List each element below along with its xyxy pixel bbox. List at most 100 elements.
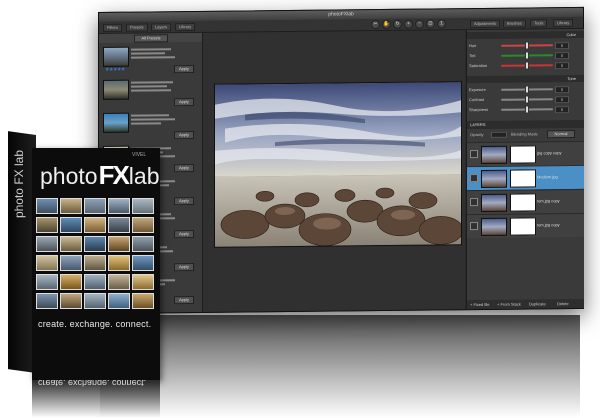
grid-photo bbox=[36, 236, 58, 252]
tint-slider[interactable] bbox=[501, 51, 553, 60]
slider-label: Tint bbox=[469, 53, 476, 59]
grid-photo bbox=[36, 274, 58, 290]
from-stack-button[interactable]: + From Stack bbox=[497, 302, 521, 307]
slider-knob[interactable] bbox=[525, 41, 529, 50]
presets-header: All Presets bbox=[99, 32, 202, 43]
apply-button[interactable]: Apply bbox=[174, 295, 194, 305]
sharpness-slider[interactable] bbox=[501, 105, 553, 114]
grid-photo bbox=[36, 198, 58, 214]
apply-button[interactable]: Apply bbox=[174, 97, 194, 107]
slider-value[interactable]: 0 bbox=[555, 52, 569, 60]
grid-photo bbox=[60, 217, 82, 233]
apply-button[interactable]: Apply bbox=[174, 64, 194, 74]
hue-slider-row: Hue 0 bbox=[469, 41, 582, 50]
seascape-image bbox=[215, 82, 461, 247]
slider-value[interactable]: 0 bbox=[555, 42, 569, 50]
slider-knob[interactable] bbox=[525, 95, 529, 104]
slider-knob[interactable] bbox=[525, 105, 529, 114]
zoom-in-icon[interactable]: + bbox=[404, 19, 413, 29]
saturation-slider[interactable] bbox=[501, 61, 553, 70]
slider-value[interactable]: 0 bbox=[555, 86, 569, 94]
layer-mask[interactable] bbox=[510, 169, 536, 188]
exposure-slider[interactable] bbox=[501, 85, 553, 94]
grid-photo bbox=[108, 217, 130, 233]
fit-icon[interactable]: ⊡ bbox=[426, 19, 435, 29]
apply-button[interactable]: Apply bbox=[174, 130, 194, 140]
preset-item[interactable]: Apply bbox=[103, 77, 198, 109]
actual-size-icon[interactable]: 1 bbox=[437, 19, 446, 29]
grid-photo bbox=[132, 293, 154, 309]
layer-name[interactable]: jpg copy copy bbox=[537, 150, 561, 155]
grid-photo bbox=[36, 293, 58, 309]
rotate-icon[interactable]: ↻ bbox=[393, 19, 402, 29]
tab-adjustments[interactable]: Adjustments bbox=[470, 19, 501, 29]
add-file-button[interactable]: + Fixed file bbox=[470, 302, 489, 307]
all-presets-button[interactable]: All Presets bbox=[134, 34, 168, 43]
grid-photo bbox=[108, 274, 130, 290]
slider-label: Hue bbox=[469, 43, 477, 49]
grid-photo bbox=[60, 274, 82, 290]
box-reflection: create. exchange. connect. bbox=[32, 380, 160, 418]
layer-name[interactable]: tom.jpg copy bbox=[537, 222, 560, 227]
layer-visibility-checkbox[interactable] bbox=[470, 222, 478, 231]
image-canvas[interactable] bbox=[203, 30, 465, 312]
apply-button[interactable]: Apply bbox=[174, 229, 194, 239]
hue-slider[interactable] bbox=[501, 41, 553, 50]
tab-tools[interactable]: Tools bbox=[530, 19, 548, 28]
logo-photo-text: photo bbox=[40, 163, 98, 189]
zoom-out-icon[interactable]: − bbox=[415, 19, 424, 29]
apply-button[interactable]: Apply bbox=[174, 163, 194, 173]
seascape-photo[interactable] bbox=[215, 82, 461, 247]
layer-mask[interactable] bbox=[510, 217, 536, 236]
duplicate-button[interactable]: Duplicate bbox=[529, 301, 546, 306]
tab-library[interactable]: Library bbox=[175, 22, 196, 32]
tab-layers[interactable]: Layers bbox=[151, 23, 172, 32]
layer-name[interactable]: Medium.jpg bbox=[537, 174, 558, 179]
grid-photo bbox=[60, 198, 82, 214]
slider-knob[interactable] bbox=[525, 61, 529, 70]
layer-visibility-checkbox[interactable] bbox=[470, 150, 478, 159]
apply-button[interactable]: Apply bbox=[174, 196, 194, 206]
grid-photo bbox=[84, 236, 106, 252]
layer-name[interactable]: tom.jpg copy bbox=[537, 198, 560, 203]
box-logo: photoFXlab bbox=[40, 160, 160, 191]
preset-item[interactable]: Apply bbox=[103, 110, 198, 142]
tab-brushes[interactable]: Brushes bbox=[503, 19, 526, 28]
layer-row[interactable]: tom.jpg copy bbox=[467, 188, 584, 215]
slider-value[interactable]: 0 bbox=[555, 96, 569, 104]
preset-description bbox=[131, 48, 171, 51]
layer-visibility-checkbox[interactable] bbox=[470, 198, 478, 207]
preset-description bbox=[131, 81, 173, 84]
sharpness-slider-row: Sharpness 0 bbox=[469, 105, 582, 114]
tab-presets[interactable]: Presets bbox=[126, 23, 148, 32]
layer-row[interactable]: jpg copy copy bbox=[467, 140, 584, 167]
color-section-header[interactable]: Color bbox=[467, 30, 584, 40]
layer-visibility-checkbox[interactable] bbox=[470, 174, 478, 183]
slider-knob[interactable] bbox=[525, 51, 529, 60]
hand-icon[interactable]: ✋ bbox=[382, 19, 391, 30]
rating-stars[interactable]: ★★★★★ bbox=[105, 67, 125, 73]
slider-label: Contrast bbox=[469, 96, 485, 103]
slider-knob[interactable] bbox=[525, 85, 529, 94]
contrast-slider[interactable] bbox=[501, 95, 553, 104]
grid-photo bbox=[132, 217, 154, 233]
tone-section-header[interactable]: Tone bbox=[467, 74, 584, 84]
blend-mode-select[interactable]: Normal bbox=[547, 130, 575, 139]
delete-button[interactable]: Delete bbox=[557, 301, 569, 306]
grid-photo bbox=[36, 217, 58, 233]
slider-value[interactable]: 0 bbox=[555, 62, 569, 70]
preset-item[interactable]: ★★★★★ Apply bbox=[103, 44, 198, 76]
crop-icon[interactable]: ✂ bbox=[371, 20, 380, 30]
grid-photo bbox=[60, 293, 82, 309]
layer-mask[interactable] bbox=[510, 145, 536, 164]
apply-button[interactable]: Apply bbox=[174, 262, 194, 272]
tab-filters[interactable]: Filters bbox=[103, 23, 122, 32]
layer-row[interactable]: tom.jpg copy bbox=[467, 212, 584, 239]
exposure-slider-row: Exposure 0 bbox=[469, 85, 582, 94]
blend-mode-label: Blending Mode bbox=[511, 131, 538, 137]
tab-library-right[interactable]: Library bbox=[553, 19, 574, 28]
opacity-field[interactable] bbox=[491, 131, 507, 138]
layer-row-selected[interactable]: Medium.jpg bbox=[467, 164, 584, 191]
layer-mask[interactable] bbox=[510, 193, 536, 212]
slider-value[interactable]: 0 bbox=[555, 106, 569, 114]
